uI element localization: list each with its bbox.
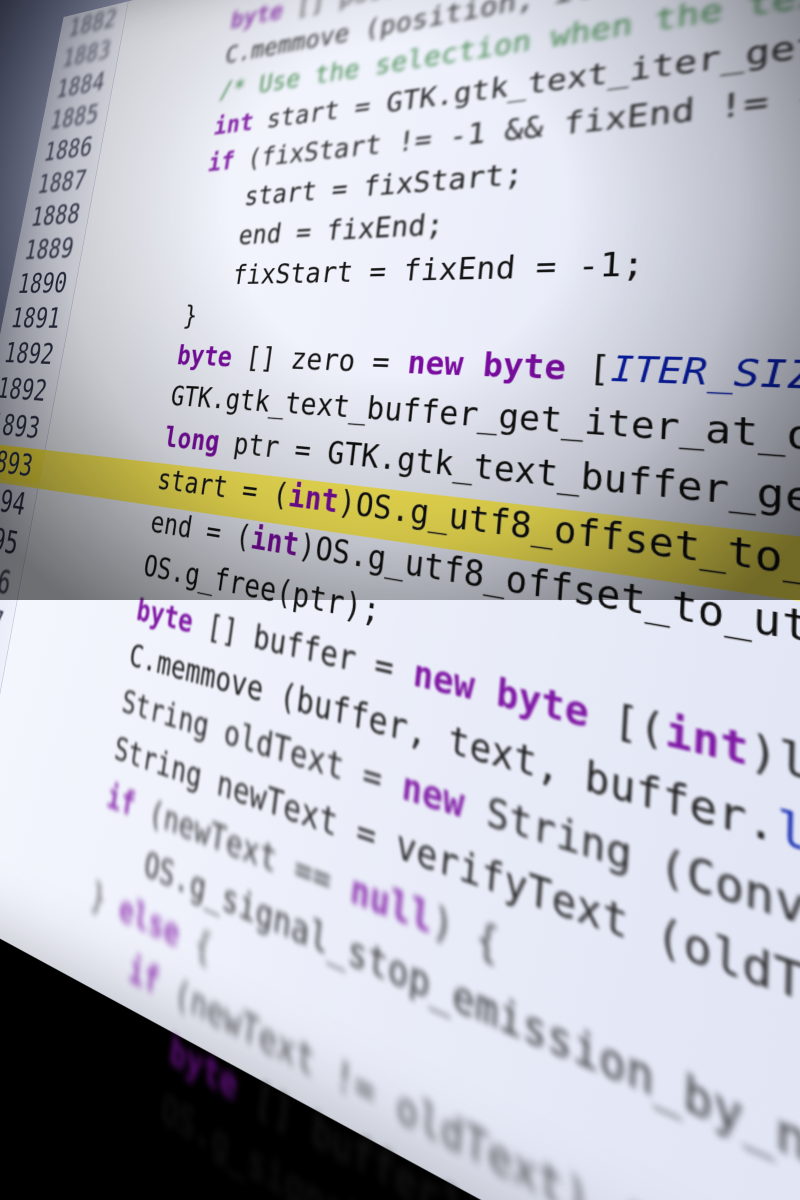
line-number: 1892 (0, 337, 66, 372)
code-text[interactable]: } (67, 301, 199, 331)
code-editor[interactable]: 1882if (filter (SWT.Verify) && !filters … (0, 0, 800, 1200)
line-number: 1893 (0, 442, 45, 485)
editor-screen: 1882if (filter (SWT.Verify) && !filters … (0, 0, 800, 1200)
line-number: 1891 (0, 302, 72, 335)
line-number: 1888 (20, 197, 91, 233)
line-number: 1890 (7, 266, 79, 299)
line-number: 1892 (0, 371, 59, 408)
line-number: 1893 (0, 407, 52, 447)
line-number: 1889 (14, 231, 86, 265)
photo-scene: 1882if (filter (SWT.Verify) && !filters … (0, 0, 800, 600)
